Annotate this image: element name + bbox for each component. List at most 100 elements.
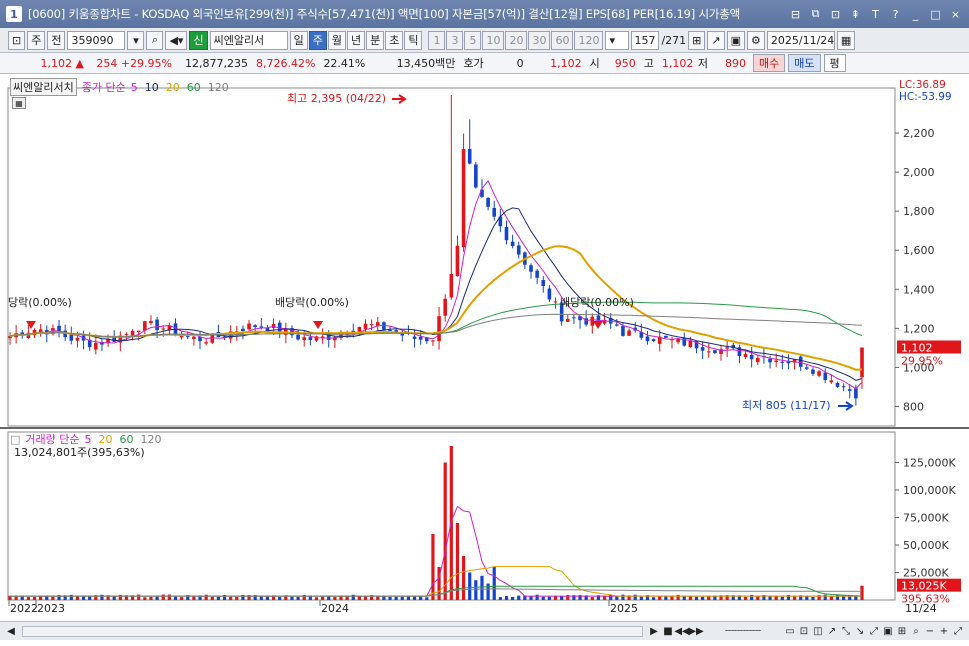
candle-body-14	[94, 342, 98, 350]
trend-icon[interactable]: ↗	[707, 30, 725, 50]
interval-button-1[interactable]: 3	[446, 30, 464, 50]
market-select[interactable]: 전	[47, 30, 66, 50]
tool-icon-5[interactable]: ⤡	[839, 624, 853, 638]
period-tab-5[interactable]: 초	[385, 30, 404, 50]
volume-bar-63	[394, 596, 398, 600]
interval-button-7[interactable]: 120	[574, 30, 604, 50]
tool-icon-6[interactable]: ↘	[853, 624, 867, 638]
table-icon[interactable]: ▦	[12, 97, 26, 109]
candle-body-137	[847, 389, 852, 391]
tool-icon-3[interactable]: ◫	[811, 624, 825, 638]
search-icon[interactable]: ⌕	[146, 30, 164, 50]
play-icon[interactable]: ▶	[647, 624, 661, 638]
interval-button-3[interactable]: 10	[482, 30, 505, 50]
window-button-5[interactable]: ?	[888, 7, 903, 22]
window-button-4[interactable]: T	[868, 7, 883, 22]
volume-bar-51	[321, 596, 325, 600]
low-label: 저	[697, 57, 709, 70]
tool-icon-7[interactable]: ⤢	[867, 624, 881, 638]
candle-body-70	[437, 316, 441, 342]
fullscreen-icon[interactable]: ⤢	[951, 624, 965, 638]
candle-body-59	[369, 324, 374, 326]
window-button-2[interactable]: ⊡	[828, 7, 843, 22]
volume-bar-64	[400, 596, 404, 600]
candle-body-104	[645, 336, 650, 342]
high-price: 1,102	[661, 56, 694, 70]
candle-body-117	[725, 347, 729, 349]
candle-body-115	[713, 350, 717, 354]
period-tab-2[interactable]: 월	[327, 30, 346, 50]
window-button-1[interactable]: ⧉	[808, 7, 823, 22]
window-button-8[interactable]: ×	[948, 7, 963, 22]
forward-icon[interactable]: ▶▶	[688, 624, 703, 638]
interval-button-6[interactable]: 60	[551, 30, 574, 50]
dividend-label-2: 배당락(0.00%)	[560, 296, 634, 309]
price-ma-line-4	[9, 313, 863, 338]
sell-button[interactable]: 매도	[788, 54, 821, 72]
layout-icon[interactable]: ⊡	[8, 30, 26, 50]
period-tab-6[interactable]: 틱	[404, 30, 423, 50]
window-button-7[interactable]: □	[928, 7, 943, 22]
count-input[interactable]: 157	[631, 30, 660, 50]
window-button-3[interactable]: ⇞	[848, 7, 863, 22]
volume-bar-11	[75, 596, 80, 600]
period-tab-4[interactable]: 분	[366, 30, 385, 50]
interval-buttons: 1 3 5 10 20 30 60 120	[428, 30, 604, 50]
candle-body-85	[529, 265, 533, 272]
volume-bar-124	[768, 596, 772, 600]
zoom-icon[interactable]: ⌕	[909, 624, 923, 638]
speed-slider[interactable]: ┄┄┄┄┄┄	[703, 624, 783, 638]
zoom-in-icon[interactable]: +	[937, 624, 951, 638]
eval-button[interactable]: 평	[823, 54, 846, 72]
interval-button-5[interactable]: 30	[528, 30, 551, 50]
date-input[interactable]: 2025/11/24	[766, 30, 835, 50]
window-button-0[interactable]: ⊟	[788, 7, 803, 22]
app-icon: 1	[6, 6, 22, 22]
rewind-icon[interactable]: ◀◀	[674, 624, 689, 638]
volume-bar-56	[351, 594, 355, 600]
period-select[interactable]: 주	[27, 30, 46, 50]
interval-dropdown[interactable]: ▾	[605, 30, 630, 50]
stop-icon[interactable]: ■	[661, 624, 675, 638]
candle-body-105	[651, 339, 656, 342]
code-dropdown-icon[interactable]: ▾	[127, 30, 145, 50]
volume-bar-61	[382, 596, 386, 600]
volume-bar-37	[235, 596, 239, 600]
scrollbar[interactable]	[22, 625, 643, 637]
chart-area[interactable]: 2,200 2,000 1,800 1,600 1,400 1,200 1,000 800 12…	[0, 74, 969, 646]
zoom-out-icon[interactable]: −	[923, 624, 937, 638]
interval-button-4[interactable]: 20	[505, 30, 528, 50]
speaker-icon[interactable]: ◀▾	[165, 30, 188, 50]
interval-button-2[interactable]: 5	[464, 30, 482, 50]
tool-icon-1[interactable]: ▭	[783, 624, 797, 638]
period-tab-1[interactable]: 주	[308, 30, 327, 50]
window-button-6[interactable]: _	[908, 7, 923, 22]
stock-code-input[interactable]: 359090	[67, 30, 126, 50]
price-tick-label-1: 2,000	[903, 166, 935, 179]
interval-button-0[interactable]: 1	[428, 30, 446, 50]
window-title: [0600] 키움종합차트 - KOSDAQ 외국인보유[299(천)] 주식수…	[28, 7, 741, 21]
calendar-icon[interactable]: ▦	[836, 30, 856, 50]
tool-icon-9[interactable]: ⊞	[895, 624, 909, 638]
volume-bar-83	[517, 595, 521, 600]
volume-bar-54	[339, 596, 343, 600]
volume-bar-112	[694, 596, 699, 600]
compare-icon[interactable]: ⊞	[688, 30, 706, 50]
volume-bar-126	[780, 596, 784, 600]
tool-icon-8[interactable]: ▣	[881, 624, 895, 638]
candle-body-111	[688, 340, 693, 348]
period-tab-0[interactable]: 일	[289, 30, 308, 50]
volume-bar-139	[860, 585, 864, 600]
save-icon[interactable]: ▣	[726, 30, 745, 50]
tool-icon-4[interactable]: ↗	[825, 624, 839, 638]
lc-value: LC:36.89	[899, 79, 946, 91]
period-tab-3[interactable]: 년	[346, 30, 366, 50]
settings-icon[interactable]: ⚙	[747, 30, 765, 50]
tool-icon-2[interactable]: ⊡	[797, 624, 811, 638]
volume-bar-134	[829, 596, 833, 600]
chart-canvas[interactable]: 2,2002,0001,8001,6001,4001,2001,00080012…	[0, 74, 969, 621]
quote-bar: 1,102 ▲ 254 +29.95% 12,877,235 8,726.42%…	[0, 53, 969, 74]
buy-button[interactable]: 매수	[753, 54, 786, 72]
volume-bar-3	[26, 597, 30, 600]
scroll-left-icon[interactable]: ◀	[4, 624, 18, 638]
